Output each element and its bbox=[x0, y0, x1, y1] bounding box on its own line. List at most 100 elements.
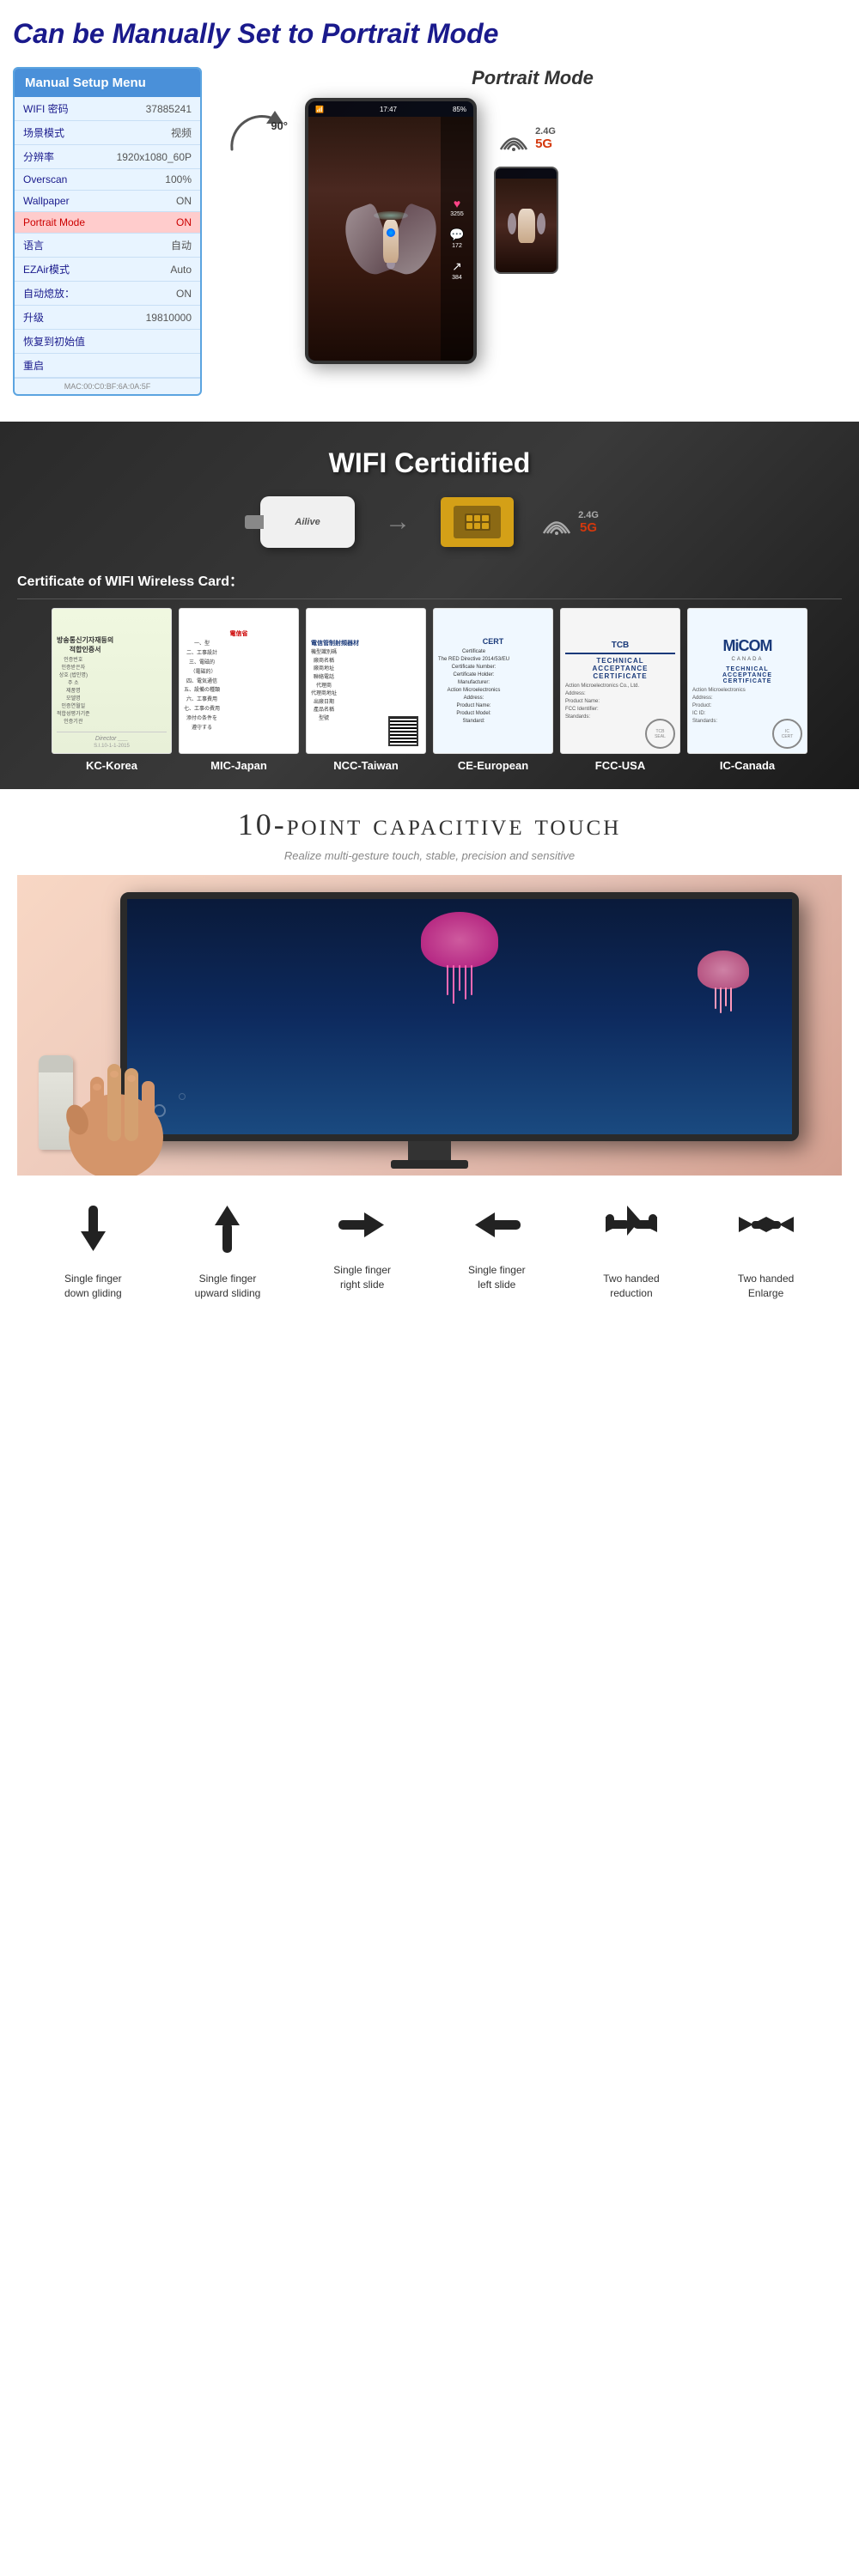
wifi-24-label: 2.4G bbox=[535, 126, 556, 137]
menu-title: Manual Setup Menu bbox=[15, 69, 200, 97]
menu-row-language: 语言 自动 bbox=[15, 234, 200, 258]
menu-label: Wallpaper bbox=[15, 191, 101, 212]
cert-ic-tagline: CANADA bbox=[731, 657, 763, 662]
menu-value bbox=[101, 354, 200, 378]
small-phone-statusbar bbox=[496, 168, 557, 179]
gesture-svg-down bbox=[70, 1201, 117, 1257]
hand-overlay bbox=[43, 1025, 189, 1176]
gesture-item-down: Single fingerdown gliding bbox=[27, 1201, 160, 1301]
chip-wifi-signal-icon bbox=[539, 507, 574, 538]
menu-value: 19810000 bbox=[101, 306, 200, 330]
circuit-2 bbox=[474, 515, 480, 521]
menu-label: 场景模式 bbox=[15, 121, 101, 145]
menu-row-scene: 场景模式 视频 bbox=[15, 121, 200, 145]
chip-24-label: 2.4G bbox=[578, 510, 599, 520]
jellyfish-right bbox=[698, 951, 749, 1013]
like-number: 3255 bbox=[450, 211, 464, 217]
phone-sidebar: ♥ 3255 💬 172 ↗ 384 bbox=[441, 117, 473, 361]
section-wifi: WIFI Certidified Ailive → bbox=[0, 422, 859, 789]
cert-item-ce: CERT CertificateThe RED Directive 2014/5… bbox=[433, 608, 553, 772]
cert-card-mic: 電信省 一、型二、工事設計三、電磁的 （電磁的）四、電気通信五、設備の種類六、工… bbox=[179, 608, 299, 754]
monitor-base bbox=[391, 1160, 468, 1169]
cert-kc-title: 방송통신기자재등의적합인증서 bbox=[57, 635, 113, 654]
share-count: ↗ 384 bbox=[452, 259, 462, 281]
portrait-phone-screen: 📶 17:47 85% bbox=[305, 98, 477, 364]
comment-number: 172 bbox=[452, 243, 462, 249]
small-wing-l bbox=[508, 213, 516, 234]
t1 bbox=[447, 965, 448, 995]
menu-label: 分辨率 bbox=[15, 145, 101, 169]
cert-name-fcc: FCC-USA bbox=[595, 759, 646, 772]
phone-time: 17:47 bbox=[380, 106, 397, 113]
gesture-svg-right bbox=[334, 1201, 390, 1249]
jellyfish-body-main bbox=[421, 912, 498, 968]
gesture-icon-reduction bbox=[601, 1201, 661, 1265]
gesture-item-reduction: Two handedreduction bbox=[564, 1201, 698, 1301]
touch-subtitle: Realize multi-gesture touch, stable, pre… bbox=[17, 849, 842, 862]
usb-label: Ailive bbox=[295, 517, 320, 527]
gesture-label-left: Single fingerleft slide bbox=[468, 1263, 526, 1292]
cert-name-ic: IC-Canada bbox=[720, 759, 775, 772]
touch-title: 10-point capacitive touch bbox=[17, 806, 842, 842]
small-phone-content bbox=[496, 179, 557, 272]
cert-ic-stamp-container: ICCERT bbox=[772, 719, 802, 749]
circuit-4 bbox=[466, 523, 472, 529]
gesture-item-up: Single fingerupward sliding bbox=[161, 1201, 294, 1301]
gesture-icon-down bbox=[70, 1201, 117, 1265]
phone-battery: 85% bbox=[453, 106, 466, 113]
wifi-signal-icon bbox=[497, 124, 531, 154]
menu-row-wallpaper: Wallpaper ON bbox=[15, 191, 200, 212]
gesture-svg-left bbox=[469, 1201, 525, 1249]
menu-row-reboot: 重启 bbox=[15, 354, 200, 378]
menu-value: Auto bbox=[101, 258, 200, 282]
gesture-icon-up bbox=[204, 1201, 251, 1265]
cert-card-ncc: 電信管制射頻器材 機型識別碼廠商名稱廠商地址聯絡電話代理商代理商地址出廠日期產品… bbox=[306, 608, 426, 754]
cert-fcc-tcb: TCB bbox=[565, 641, 675, 654]
comment-count: 💬 172 bbox=[449, 228, 464, 249]
cert-card-ce: CERT CertificateThe RED Directive 2014/5… bbox=[433, 608, 553, 754]
circuit-3 bbox=[482, 515, 488, 521]
phone-carrier: 📶 bbox=[315, 106, 324, 113]
menu-table: WIFI 密码 37885241 场景模式 视频 分辨率 1920x1080_6… bbox=[15, 97, 200, 378]
gesture-icon-left bbox=[469, 1201, 525, 1256]
chip-wifi-badge: 2.4G 5G bbox=[539, 507, 599, 538]
cert-name-kc: KC-Korea bbox=[86, 759, 137, 772]
angel-wings bbox=[348, 216, 434, 267]
menu-label: 重启 bbox=[15, 354, 101, 378]
menu-label: Portrait Mode bbox=[15, 212, 101, 234]
share-icon: ↗ bbox=[452, 259, 462, 274]
qr-code bbox=[388, 716, 418, 746]
menu-label: WIFI 密码 bbox=[15, 97, 101, 121]
gesture-label-down: Single fingerdown gliding bbox=[64, 1272, 122, 1301]
cert-fcc-stamp-container: TCBSEAL bbox=[645, 719, 675, 749]
menu-row-portrait: Portrait Mode ON bbox=[15, 212, 200, 234]
chip-5g-label: 5G bbox=[578, 520, 599, 535]
cert-card-kc: 방송통신기자재등의적합인증서 인증번호인증받은자상호 (법인명)주 소제품명모델… bbox=[52, 608, 172, 754]
chip-circuits bbox=[465, 513, 490, 531]
menu-row-wifi: WIFI 密码 37885241 bbox=[15, 97, 200, 121]
menu-value: ON bbox=[101, 191, 200, 212]
phone-status-bar: 📶 17:47 85% bbox=[308, 101, 473, 117]
touch-image-container bbox=[17, 875, 842, 1176]
menu-row-reset: 恢复到初始值 bbox=[15, 330, 200, 354]
gesture-label-reduction: Two handedreduction bbox=[603, 1272, 659, 1301]
tr1 bbox=[715, 987, 716, 1009]
tr2 bbox=[720, 987, 722, 1013]
cert-ce-body: CertificateThe RED Directive 2014/53/EUC… bbox=[438, 648, 509, 726]
gesture-svg-reduction bbox=[601, 1201, 661, 1257]
cert-name-ncc: NCC-Taiwan bbox=[333, 759, 399, 772]
gesture-icon-right bbox=[334, 1201, 390, 1256]
cert-kc-footer: Director ___ S.I.10-1-1-2015 bbox=[57, 732, 167, 749]
menu-label: 升级 bbox=[15, 306, 101, 330]
cert-item-ic: MiCOM CANADA TECHNICALACCEPTANCECERTIFIC… bbox=[687, 608, 807, 772]
portrait-heading: Can be Manually Set to Portrait Mode bbox=[13, 17, 846, 50]
usb-dongle-container: Ailive bbox=[260, 496, 355, 548]
cert-ic-logo: MiCOM bbox=[723, 637, 772, 655]
cert-ncc-qr bbox=[388, 716, 418, 746]
section-portrait: Can be Manually Set to Portrait Mode Man… bbox=[0, 0, 859, 422]
hand-svg bbox=[43, 1025, 189, 1176]
cert-kc-sig: Director ___ bbox=[57, 736, 167, 742]
gesture-svg-up bbox=[204, 1201, 251, 1257]
tr4 bbox=[730, 987, 732, 1012]
gesture-item-left: Single fingerleft slide bbox=[430, 1201, 564, 1292]
